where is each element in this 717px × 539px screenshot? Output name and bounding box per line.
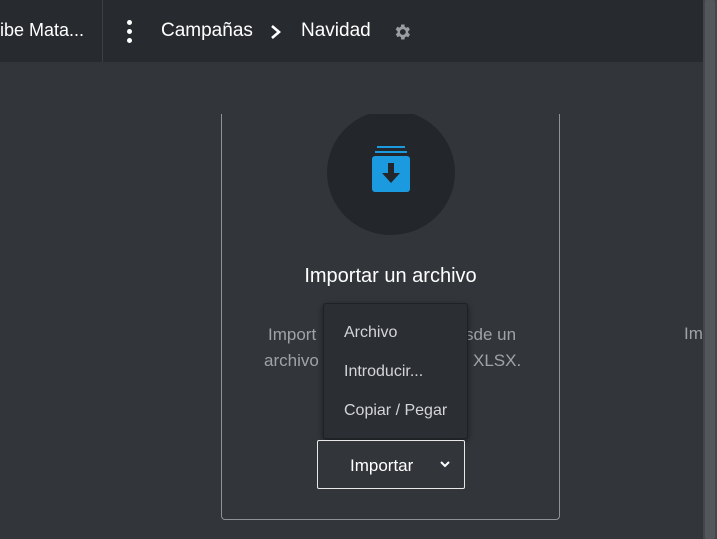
- menu-item-copy-paste[interactable]: Copiar / Pegar: [344, 402, 447, 420]
- menu-item-enter[interactable]: Introducir...: [344, 363, 423, 381]
- menu-item-file[interactable]: Archivo: [344, 324, 397, 342]
- chevron-down-icon: [440, 461, 450, 468]
- import-button-label: Importar: [350, 456, 414, 475]
- circle-clip: [320, 102, 462, 114]
- top-bar: ribe Mata... Campañas Navidad: [0, 0, 703, 62]
- app-name[interactable]: ribe Mata...: [0, 20, 100, 41]
- import-button[interactable]: Importar: [317, 440, 465, 489]
- import-file-icon: [372, 146, 410, 192]
- side-card-text: Im: [684, 324, 703, 343]
- gear-icon[interactable]: [392, 22, 412, 42]
- breadcrumb-campaigns[interactable]: Campañas: [161, 20, 253, 42]
- breadcrumb-christmas: Navidad: [301, 20, 371, 41]
- scrollbar[interactable]: [703, 0, 717, 539]
- scrollbar-thumb[interactable]: [705, 0, 715, 539]
- card-title: Importar un archivo: [304, 265, 477, 287]
- card-description: sde un: [465, 325, 517, 344]
- divider: [102, 0, 103, 62]
- more-options-icon[interactable]: [120, 20, 138, 44]
- card-description: archivo: [264, 351, 319, 370]
- card-description: Import: [268, 325, 317, 344]
- import-dropdown-menu: Archivo Introducir... Copiar / Pegar: [323, 303, 468, 439]
- chevron-right-icon: [271, 25, 281, 39]
- card-description: XLSX.: [473, 351, 522, 370]
